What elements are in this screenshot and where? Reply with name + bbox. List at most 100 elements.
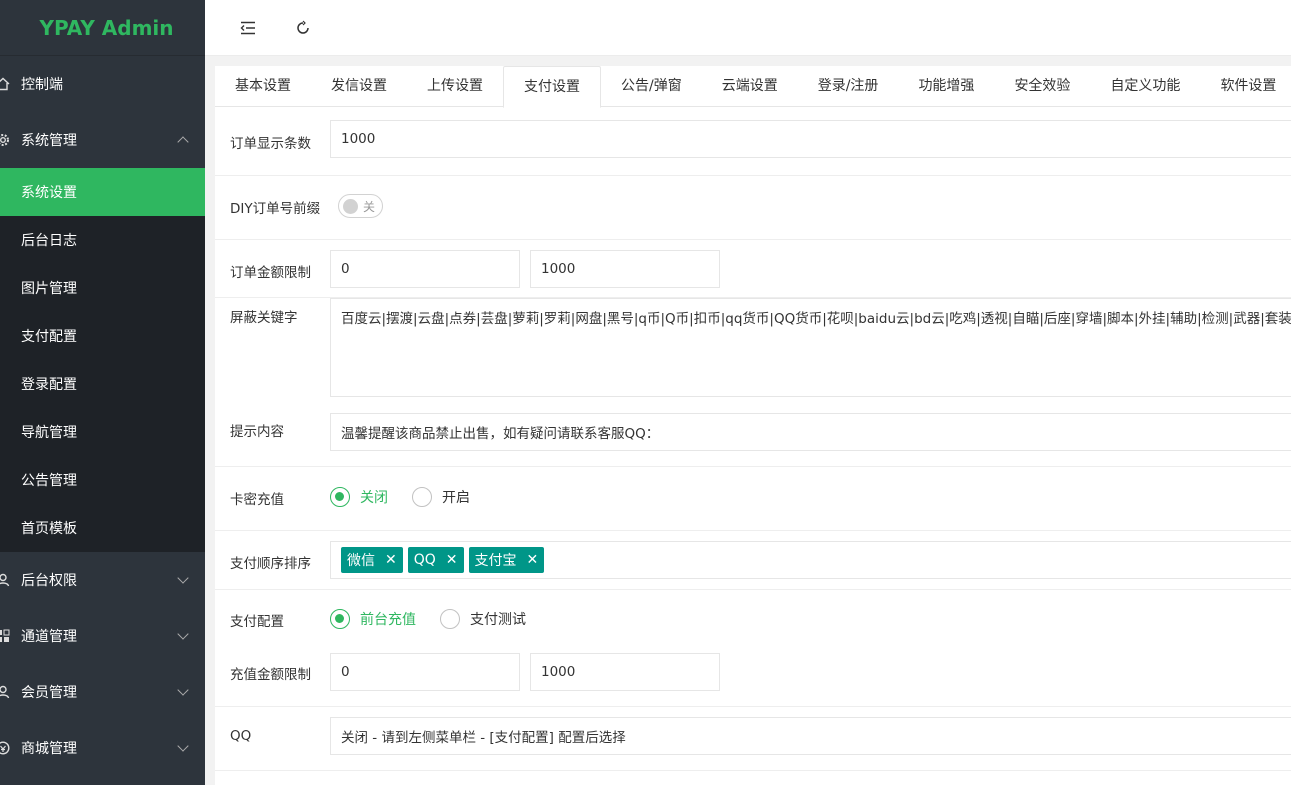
tag-label: 支付宝: [474, 553, 517, 569]
apps-icon: [0, 628, 11, 644]
tab-software-settings[interactable]: 软件设置: [1200, 66, 1291, 107]
chevron-up-icon: [177, 136, 189, 148]
tip-content-row: 提示内容 温馨提醒该商品禁止出售，如有疑问请联系客服QQ：: [215, 408, 1291, 467]
payment-config-frontend-radio[interactable]: 前台充值: [330, 609, 416, 629]
payment-tag-qq: QQ ✕: [407, 547, 464, 573]
order-amount-min-input[interactable]: 0: [330, 250, 520, 288]
payment-config-label: 支付配置: [230, 614, 284, 630]
user-icon: [0, 684, 11, 700]
sidebar-subitem-announcements[interactable]: 公告管理: [0, 456, 205, 504]
tab-feature-enhancement[interactable]: 功能增强: [898, 66, 994, 107]
sidebar-subitem-homepage-template[interactable]: 首页模板: [0, 504, 205, 552]
gear-icon: [0, 132, 11, 148]
sidebar-item-member-management[interactable]: 会员管理: [0, 664, 205, 720]
payment-config-test-radio[interactable]: 支付测试: [440, 609, 526, 629]
order-amount-max-input[interactable]: 1000: [530, 250, 720, 288]
recharge-amount-min-input[interactable]: 0: [330, 653, 520, 691]
sidebar-item-label: 系统管理: [21, 133, 77, 149]
sidebar-subitem-payment-config[interactable]: 支付配置: [0, 312, 205, 360]
qq-label: QQ: [230, 728, 252, 744]
tip-content-label: 提示内容: [230, 424, 284, 440]
radio-label: 开启: [442, 490, 470, 506]
order-amount-limit-row: 订单金额限制 0 1000: [215, 240, 1291, 298]
user-icon: [0, 572, 11, 588]
sidebar: YPAY Admin 控制端 系统管理 系统设置 后台日志 图片管理 支付配置 …: [0, 0, 205, 785]
sidebar-subitem-login-config[interactable]: 登录配置: [0, 360, 205, 408]
qq-row: QQ 关闭 - 请到左侧菜单栏 - [支付配置] 配置后选择: [215, 707, 1291, 771]
tag-label: 微信: [347, 553, 375, 569]
tab-custom-functions[interactable]: 自定义功能: [1090, 66, 1200, 107]
radio-circle: [440, 609, 460, 629]
menu-fold-icon[interactable]: [234, 14, 262, 42]
tag-label: QQ: [413, 552, 436, 568]
card-recharge-on-radio[interactable]: 开启: [412, 487, 470, 507]
settings-tabs: 基本设置 发信设置 上传设置 支付设置 公告/弹窗 云端设置 登录/注册 功能增…: [215, 66, 1291, 108]
tab-sending-settings[interactable]: 发信设置: [311, 66, 407, 107]
sidebar-item-label: 会员管理: [21, 685, 77, 701]
tab-security-verification[interactable]: 安全效验: [994, 66, 1090, 107]
refresh-icon[interactable]: [289, 14, 317, 42]
radio-label: 关闭: [360, 490, 388, 506]
card-recharge-label: 卡密充值: [230, 492, 284, 508]
tab-basic-settings[interactable]: 基本设置: [215, 66, 311, 107]
sidebar-subitem-navigation[interactable]: 导航管理: [0, 408, 205, 456]
blocked-keywords-label: 屏蔽关键字: [230, 310, 298, 326]
sidebar-item-dashboard[interactable]: 控制端: [0, 56, 205, 112]
radio-circle: [412, 487, 432, 507]
qq-select[interactable]: 关闭 - 请到左侧菜单栏 - [支付配置] 配置后选择: [330, 717, 1291, 755]
tab-upload-settings[interactable]: 上传设置: [407, 66, 503, 107]
close-icon[interactable]: ✕: [527, 552, 539, 568]
sidebar-subitem-image-management[interactable]: 图片管理: [0, 264, 205, 312]
card-recharge-off-radio[interactable]: 关闭: [330, 487, 388, 507]
blocked-keywords-row: 屏蔽关键字 百度云|摆渡|云盘|点券|芸盘|萝莉|罗莉|网盘|黑号|q币|Q币|…: [215, 298, 1291, 408]
app-logo: YPAY Admin: [0, 0, 205, 56]
radio-circle: [330, 609, 350, 629]
radio-circle: [330, 487, 350, 507]
order-display-count-label: 订单显示条数: [230, 136, 311, 152]
sidebar-subitem-admin-logs[interactable]: 后台日志: [0, 216, 205, 264]
chevron-down-icon: [177, 572, 189, 584]
sidebar-item-shop-management[interactable]: 商城管理: [0, 720, 205, 776]
switch-knob: [343, 199, 358, 214]
tab-announcement-popup[interactable]: 公告/弹窗: [601, 66, 702, 107]
sidebar-item-system[interactable]: 系统管理: [0, 112, 205, 168]
recharge-amount-limit-label: 充值金额限制: [230, 667, 311, 683]
close-icon[interactable]: ✕: [446, 552, 458, 568]
switch-text: 关: [363, 200, 376, 214]
diy-order-prefix-row: DIY订单号前缀 关: [215, 176, 1291, 240]
shop-icon: [0, 740, 11, 756]
sidebar-item-label: 后台权限: [21, 573, 77, 589]
chevron-down-icon: [177, 628, 189, 640]
order-amount-limit-label: 订单金额限制: [230, 265, 311, 281]
home-icon: [0, 76, 11, 92]
sidebar-item-channel-management[interactable]: 通道管理: [0, 608, 205, 664]
payment-order-row: 支付顺序排序 微信 ✕ QQ ✕ 支付宝 ✕: [215, 531, 1291, 590]
sidebar-item-label: 通道管理: [21, 629, 77, 645]
radio-label: 支付测试: [470, 612, 526, 628]
sidebar-item-label: 商城管理: [21, 741, 77, 757]
close-icon[interactable]: ✕: [385, 552, 397, 568]
order-display-count-input[interactable]: 1000: [330, 120, 1291, 158]
sidebar-item-admin-permissions[interactable]: 后台权限: [0, 552, 205, 608]
diy-order-prefix-label: DIY订单号前缀: [230, 201, 321, 217]
settings-panel: 基本设置 发信设置 上传设置 支付设置 公告/弹窗 云端设置 登录/注册 功能增…: [215, 66, 1291, 785]
chevron-down-icon: [177, 740, 189, 752]
chevron-down-icon: [177, 684, 189, 696]
tab-cloud-settings[interactable]: 云端设置: [702, 66, 798, 107]
recharge-amount-limit-row: 充值金额限制 0 1000: [215, 646, 1291, 707]
payment-order-tag-input[interactable]: 微信 ✕ QQ ✕ 支付宝 ✕: [330, 541, 1291, 579]
order-display-count-row: 订单显示条数 1000: [215, 107, 1291, 176]
sidebar-subitem-system-settings[interactable]: 系统设置: [0, 168, 205, 216]
payment-order-label: 支付顺序排序: [230, 556, 311, 572]
radio-label: 前台充值: [360, 612, 416, 628]
top-header: [205, 0, 1291, 56]
payment-tag-alipay: 支付宝 ✕: [468, 547, 545, 573]
tip-content-input[interactable]: 温馨提醒该商品禁止出售，如有疑问请联系客服QQ：: [330, 413, 1291, 451]
payment-tag-wechat: 微信 ✕: [341, 547, 403, 573]
tab-login-register[interactable]: 登录/注册: [798, 66, 899, 107]
blocked-keywords-textarea[interactable]: 百度云|摆渡|云盘|点券|芸盘|萝莉|罗莉|网盘|黑号|q币|Q币|扣币|qq货…: [330, 298, 1291, 397]
payment-config-row: 支付配置 前台充值 支付测试: [215, 590, 1291, 646]
diy-order-prefix-switch[interactable]: 关: [338, 194, 383, 218]
recharge-amount-max-input[interactable]: 1000: [530, 653, 720, 691]
tab-payment-settings[interactable]: 支付设置: [503, 66, 601, 108]
